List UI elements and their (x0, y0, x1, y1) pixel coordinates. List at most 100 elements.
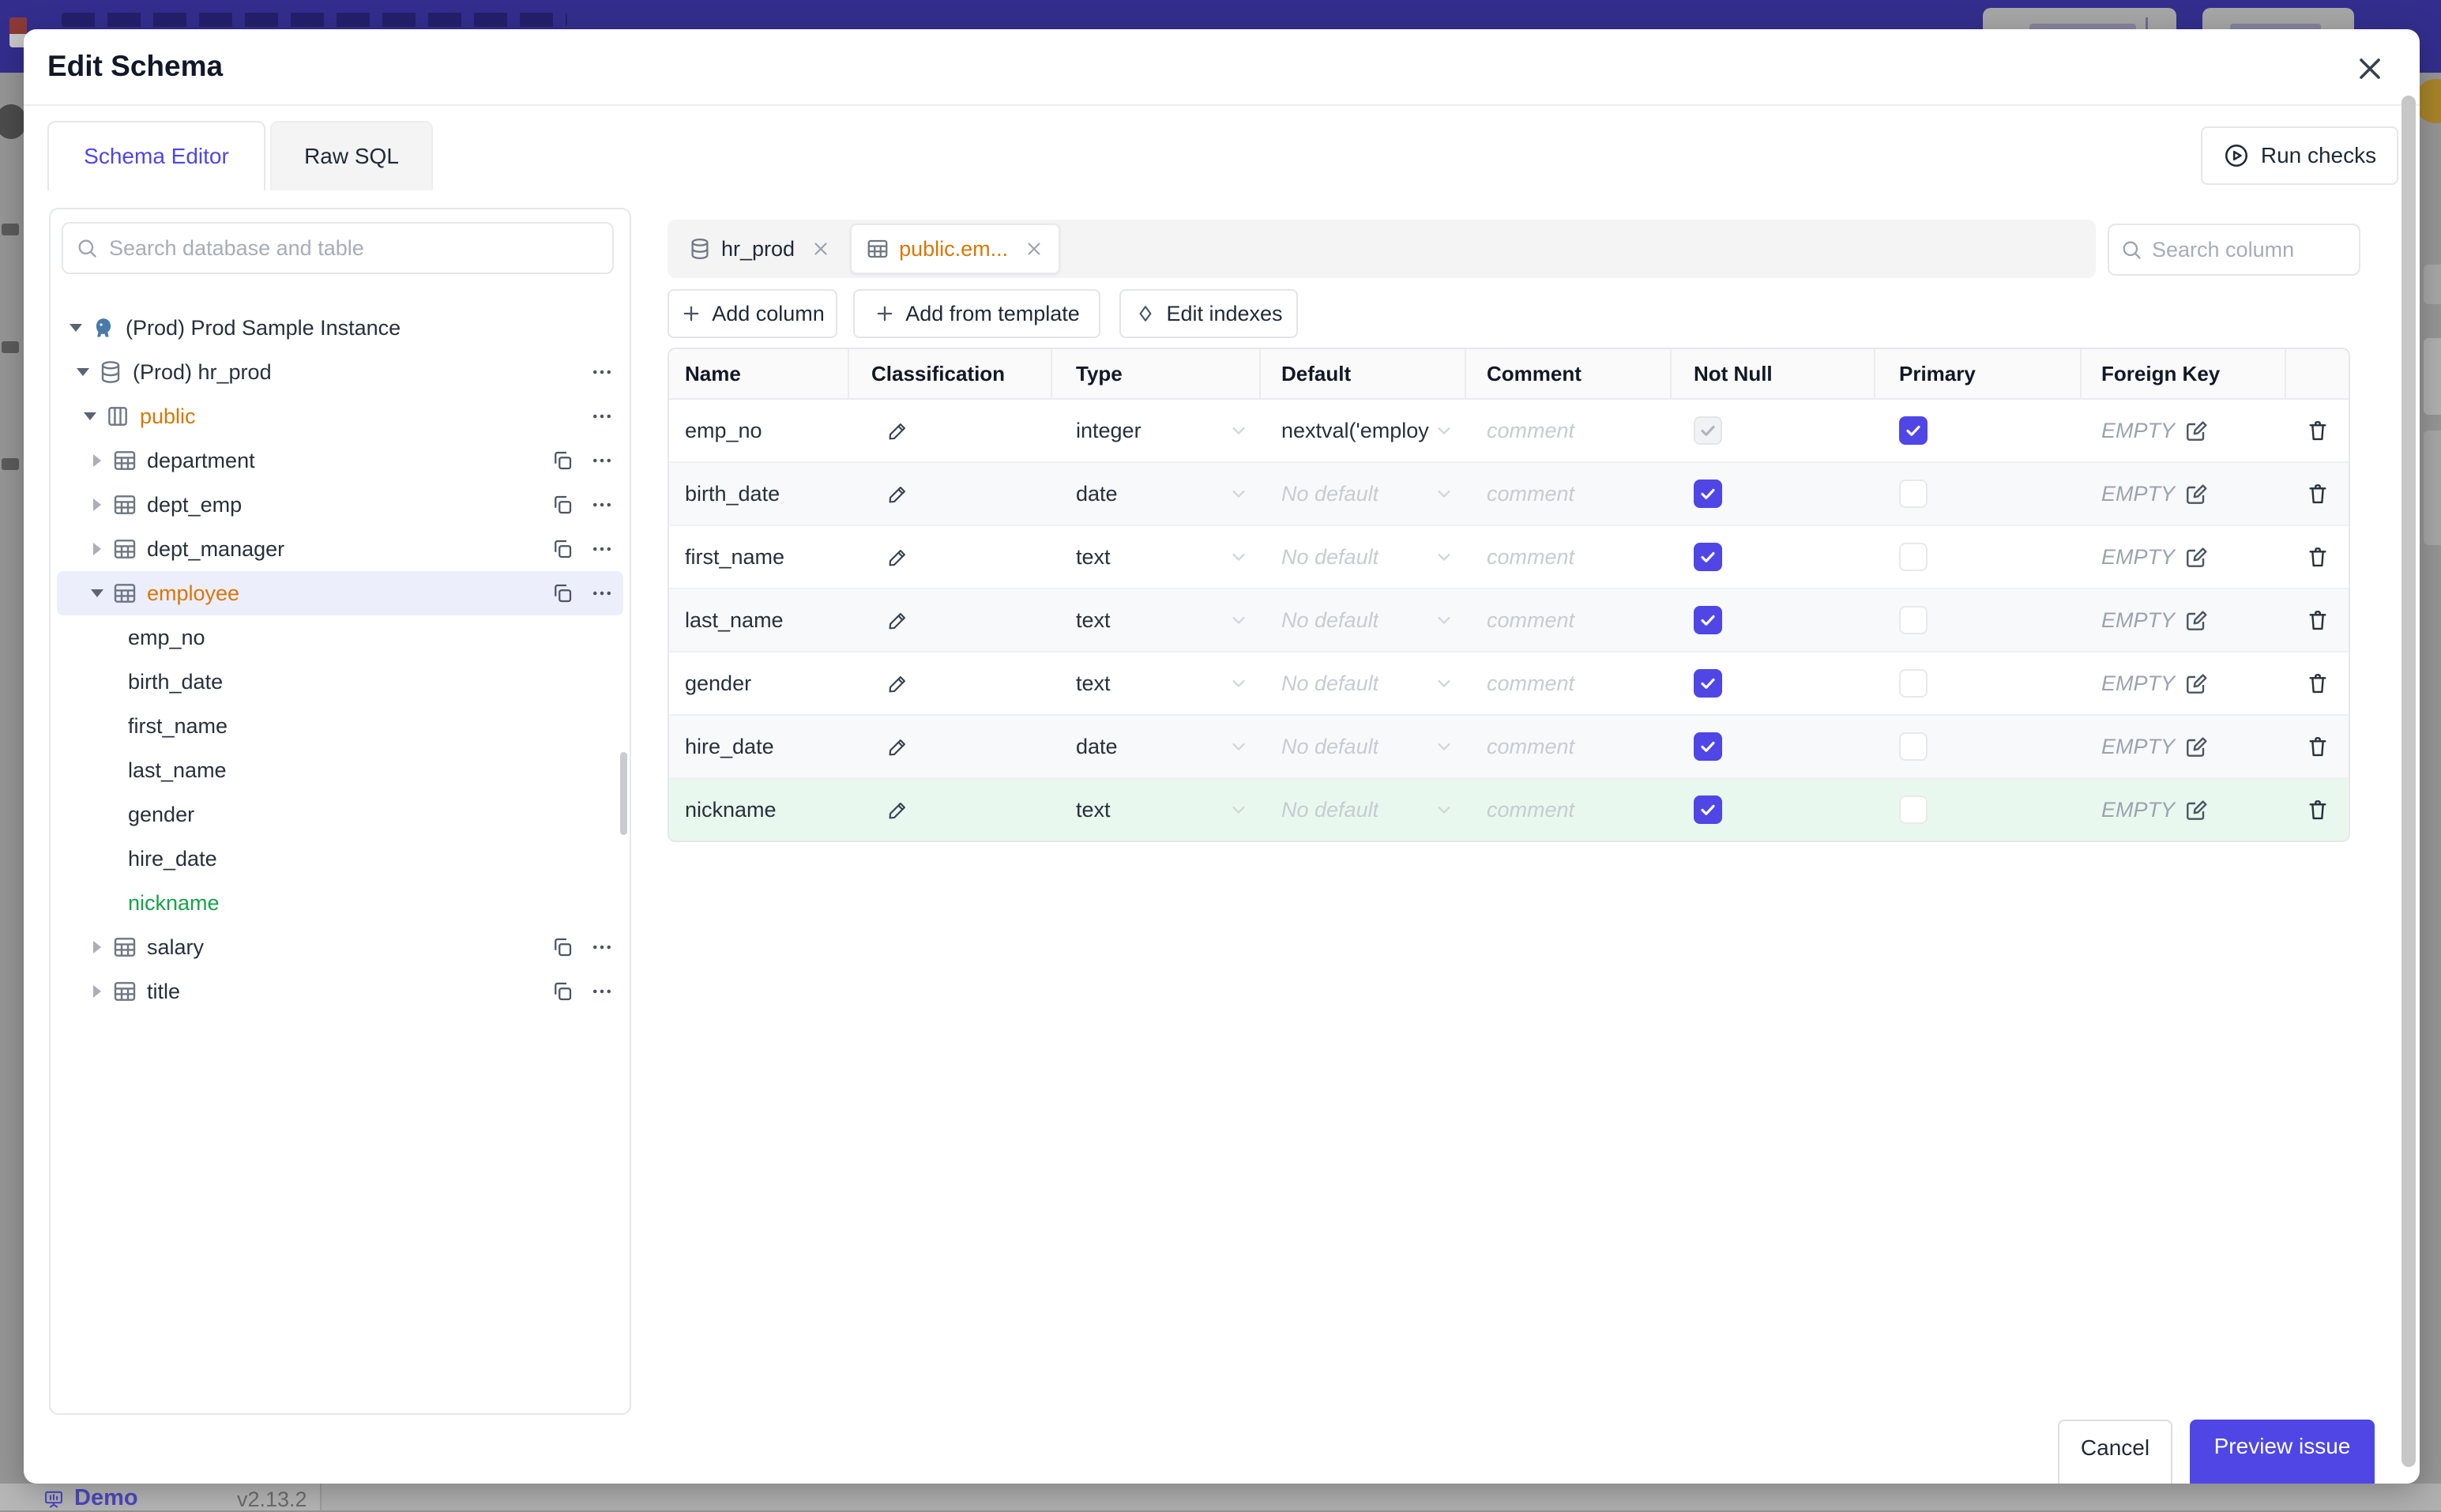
not-null-checkbox[interactable] (1694, 416, 1722, 445)
edit-foreign-key-icon[interactable] (2184, 671, 2210, 696)
not-null-checkbox[interactable] (1694, 669, 1722, 698)
more-options-icon[interactable] (590, 360, 614, 384)
not-null-checkbox[interactable] (1694, 732, 1722, 761)
default-dropdown[interactable]: No default (1261, 716, 1466, 777)
caret-right-icon[interactable] (90, 498, 104, 511)
primary-checkbox[interactable] (1899, 795, 1928, 824)
default-dropdown[interactable]: No default (1261, 653, 1466, 714)
tree-column-emp-no[interactable]: emp_no (57, 615, 623, 660)
modal-scrollbar-thumb[interactable] (2402, 96, 2416, 1467)
pencil-icon[interactable] (886, 482, 910, 506)
cancel-button[interactable]: Cancel (2058, 1420, 2172, 1484)
tree-item-instance[interactable]: (Prod) Prod Sample Instance (57, 306, 623, 350)
pencil-icon[interactable] (886, 608, 910, 632)
classification-cell[interactable] (849, 463, 1052, 525)
close-icon[interactable] (2353, 51, 2387, 86)
more-options-icon[interactable] (590, 449, 614, 472)
tree-column-gender[interactable]: gender (57, 792, 623, 837)
comment-input[interactable]: comment (1466, 400, 1672, 461)
caret-right-icon[interactable] (90, 543, 104, 555)
edit-foreign-key-icon[interactable] (2184, 418, 2210, 443)
tree-column-nickname-new[interactable]: nickname (57, 881, 623, 925)
preview-issue-button[interactable]: Preview issue (2190, 1420, 2375, 1484)
comment-input[interactable]: comment (1466, 716, 1672, 777)
duplicate-icon[interactable] (551, 935, 574, 959)
duplicate-icon[interactable] (551, 537, 574, 561)
tree-column-hire-date[interactable]: hire_date (57, 837, 623, 881)
primary-checkbox[interactable] (1899, 480, 1928, 508)
duplicate-icon[interactable] (551, 581, 574, 605)
pencil-icon[interactable] (886, 798, 910, 822)
tree-item-table-salary[interactable]: salary (57, 925, 623, 969)
edit-foreign-key-icon[interactable] (2184, 797, 2210, 822)
more-options-icon[interactable] (590, 980, 614, 1003)
delete-column-icon[interactable] (2305, 607, 2330, 633)
pencil-icon[interactable] (886, 419, 910, 442)
comment-input[interactable]: comment (1466, 526, 1672, 588)
column-search-input[interactable] (2150, 236, 2335, 263)
type-dropdown[interactable]: text (1052, 779, 1261, 841)
edit-foreign-key-icon[interactable] (2184, 544, 2210, 570)
not-null-checkbox[interactable] (1694, 606, 1722, 634)
tree-item-schema-public[interactable]: public (57, 394, 623, 438)
caret-down-icon[interactable] (76, 368, 90, 376)
comment-input[interactable]: comment (1466, 463, 1672, 525)
default-dropdown[interactable]: nextval('employ (1261, 400, 1466, 461)
type-dropdown[interactable]: text (1052, 589, 1261, 651)
pencil-icon[interactable] (886, 671, 910, 695)
caret-down-icon[interactable] (83, 412, 97, 420)
not-null-checkbox[interactable] (1694, 543, 1722, 571)
comment-input[interactable]: comment (1466, 779, 1672, 841)
primary-checkbox[interactable] (1899, 669, 1928, 698)
caret-right-icon[interactable] (90, 985, 104, 998)
tree-item-table-title[interactable]: title (57, 969, 623, 1014)
classification-cell[interactable] (849, 779, 1052, 841)
more-options-icon[interactable] (590, 935, 614, 959)
primary-checkbox[interactable] (1899, 732, 1928, 761)
duplicate-icon[interactable] (551, 493, 574, 517)
delete-column-icon[interactable] (2305, 797, 2330, 822)
type-dropdown[interactable]: date (1052, 716, 1261, 777)
tab-raw-sql[interactable]: Raw SQL (270, 121, 433, 190)
tree-search-input[interactable] (107, 235, 600, 261)
caret-right-icon[interactable] (90, 454, 104, 467)
caret-down-icon[interactable] (90, 589, 104, 597)
type-dropdown[interactable]: date (1052, 463, 1261, 525)
not-null-checkbox[interactable] (1694, 480, 1722, 508)
not-null-checkbox[interactable] (1694, 795, 1722, 824)
edit-indexes-button[interactable]: Edit indexes (1119, 289, 1298, 338)
tree-column-last-name[interactable]: last_name (57, 748, 623, 792)
default-dropdown[interactable]: No default (1261, 463, 1466, 525)
tree-item-table-dept-emp[interactable]: dept_emp (57, 483, 623, 527)
classification-cell[interactable] (849, 400, 1052, 461)
classification-cell[interactable] (849, 589, 1052, 651)
run-checks-button[interactable]: Run checks (2201, 126, 2398, 185)
edit-foreign-key-icon[interactable] (2184, 607, 2210, 633)
edit-foreign-key-icon[interactable] (2184, 734, 2210, 759)
primary-checkbox[interactable] (1899, 416, 1928, 445)
delete-column-icon[interactable] (2305, 671, 2330, 696)
tree-item-table-department[interactable]: department (57, 438, 623, 483)
duplicate-icon[interactable] (551, 449, 574, 472)
tree-column-first-name[interactable]: first_name (57, 704, 623, 748)
delete-column-icon[interactable] (2305, 481, 2330, 506)
pencil-icon[interactable] (886, 735, 910, 758)
classification-cell[interactable] (849, 526, 1052, 588)
delete-column-icon[interactable] (2305, 734, 2330, 759)
demo-link[interactable]: Demo (43, 1485, 138, 1511)
type-dropdown[interactable]: text (1052, 653, 1261, 714)
tab-schema-editor[interactable]: Schema Editor (47, 121, 265, 190)
default-dropdown[interactable]: No default (1261, 589, 1466, 651)
duplicate-icon[interactable] (551, 980, 574, 1003)
delete-column-icon[interactable] (2305, 544, 2330, 570)
classification-cell[interactable] (849, 716, 1052, 777)
more-options-icon[interactable] (590, 404, 614, 428)
primary-checkbox[interactable] (1899, 543, 1928, 571)
tree-item-table-dept-manager[interactable]: dept_manager (57, 527, 623, 571)
more-options-icon[interactable] (590, 493, 614, 517)
add-from-template-button[interactable]: Add from template (853, 289, 1100, 338)
tree-column-birth-date[interactable]: birth_date (57, 660, 623, 704)
default-dropdown[interactable]: No default (1261, 526, 1466, 588)
tree-item-table-employee-selected[interactable]: employee (57, 571, 623, 615)
type-dropdown[interactable]: text (1052, 526, 1261, 588)
